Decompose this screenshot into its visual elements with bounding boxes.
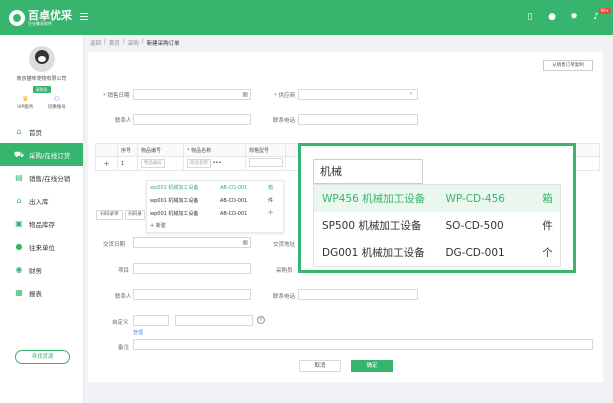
sidebar: 南京猫咪宠物有限公司 采购员 ♛ VIP服务 ⚇ 切换账号 ⌂ 首页 ⛟ 采购/在线…: [0, 35, 84, 403]
sidebar-item-finance[interactable]: ◉ 财务: [0, 258, 83, 281]
breadcrumb-home[interactable]: 首页: [109, 39, 120, 47]
list-item[interactable]: SP500 机械加工设备 SO-CD-500 件: [314, 212, 560, 239]
chat-icon[interactable]: ●: [547, 12, 557, 22]
remark-input[interactable]: [133, 339, 593, 350]
add-row-icon[interactable]: +: [95, 156, 118, 171]
notification-badge: 99+: [598, 8, 611, 14]
scan-entry-button-2[interactable]: 扫码录: [125, 210, 145, 220]
copy-from-sales-button[interactable]: 从销售订单复制: [543, 60, 593, 71]
breadcrumb-back[interactable]: 返回: [90, 39, 101, 47]
confirm-button[interactable]: 确定: [351, 360, 393, 372]
switch-account[interactable]: ⚇ 切换账号: [48, 95, 66, 110]
contact-input[interactable]: [133, 114, 251, 125]
sidebar-item-purchase[interactable]: ⛟ 采购/在线订货: [0, 143, 83, 166]
sidebar-nav: ⌂ 首页 ⛟ 采购/在线订货 ▤ 销售/在线分销 ⌂ 出入库 ▣ 物品库存 ● 往来单位 ◉…: [0, 120, 83, 304]
company-name: 南京猫咪宠物有限公司: [16, 76, 67, 82]
item-code-input[interactable]: 物品编号: [141, 159, 165, 168]
list-item[interactable]: DG001 机械加工设备 DG-CD-001 个: [314, 239, 560, 266]
zoom-result-list: WP456 机械加工设备 WP-CD-456 箱 SP500 机械加工设备 SO-CD…: [313, 184, 561, 267]
supplier-label: 供应商: [274, 91, 296, 99]
phone2-label: 联系电话: [273, 294, 296, 300]
breadcrumb: 返回 | 首页 / 采购 / 新建采购订单: [90, 39, 180, 47]
new-item-link[interactable]: + 新建: [147, 220, 283, 232]
supplier-select[interactable]: [298, 88, 418, 100]
custom-key-input[interactable]: [133, 315, 169, 326]
brand-name: 百卓优采: [28, 8, 72, 22]
delivery-date-input[interactable]: [133, 237, 251, 248]
item-autocomplete: wp001 机械加工设备 AB-CD-001 箱 wp001 机械加工设备 AB-CD…: [146, 180, 284, 233]
zoom-callout: 机械 WP456 机械加工设备 WP-CD-456 箱 SP500 机械加工设备 SO…: [298, 143, 576, 273]
cancel-button[interactable]: 取消: [299, 360, 341, 372]
delivery-address-label: 交货地址: [273, 242, 296, 248]
contact2-label: 联系人: [115, 294, 132, 300]
sidebar-item-contacts[interactable]: ● 往来单位: [0, 235, 83, 258]
sidebar-item-warehouse[interactable]: ⌂ 出入库: [0, 189, 83, 212]
list-item[interactable]: wp001 机械加工设备 AB-CD-001 个: [147, 207, 283, 220]
logo-icon: [9, 9, 25, 26]
find-source-button[interactable]: 寻找货源: [15, 350, 70, 364]
sale-date-label: 销售日期: [103, 91, 130, 99]
switch-account-label: 切换账号: [47, 105, 66, 110]
table-header-index: 序号: [117, 143, 138, 157]
role-badge: 采购员: [32, 86, 51, 93]
sidebar-item-inventory[interactable]: ▣ 物品库存: [0, 212, 83, 235]
menu-toggle-icon[interactable]: [80, 13, 88, 20]
sidebar-item-home[interactable]: ⌂ 首页: [0, 120, 83, 143]
contact2-input[interactable]: [133, 289, 251, 300]
report-icon: ▦: [15, 288, 23, 297]
mobile-icon[interactable]: ▯: [525, 12, 535, 22]
home-icon: ⌂: [16, 127, 22, 136]
inventory-icon: ▣: [15, 219, 23, 228]
spec-input[interactable]: [249, 158, 283, 167]
gear-icon[interactable]: ✹: [569, 12, 579, 22]
zoom-search-input[interactable]: 机械: [313, 159, 423, 184]
contact-phone-input[interactable]: [298, 114, 418, 125]
table-header-name: 物品名称: [183, 143, 246, 157]
remark-label: 备注: [118, 345, 130, 351]
switch-account-icon: ⚇: [53, 95, 60, 103]
brand-logo[interactable]: 百卓优采 企业集采软件: [9, 3, 79, 33]
contact-phone-label: 联系电话: [273, 118, 296, 124]
list-item[interactable]: WP456 机械加工设备 WP-CD-456 箱: [314, 185, 560, 212]
sidebar-item-report[interactable]: ▦ 报表: [0, 281, 83, 304]
breadcrumb-purchase[interactable]: 采购: [128, 39, 139, 47]
vip-label: VIP服务: [17, 105, 34, 110]
cart-icon: ⛟: [14, 149, 25, 159]
vip-service[interactable]: ♛ VIP服务: [17, 95, 33, 110]
project-input[interactable]: [133, 263, 251, 274]
project-label: 项目: [118, 268, 130, 274]
breadcrumb-current: 新建采购订单: [146, 41, 180, 47]
custom-value-input[interactable]: [175, 315, 253, 326]
table-header-blank: [95, 143, 118, 157]
more-icon[interactable]: •••: [213, 160, 222, 166]
sales-icon: ▤: [15, 173, 23, 182]
finance-icon: ◉: [15, 265, 23, 274]
sale-date-input[interactable]: [133, 89, 251, 100]
table-header-spec: 规格型号: [245, 143, 286, 157]
delivery-date-label: 交货日期: [103, 242, 126, 248]
list-item[interactable]: wp001 机械加工设备 AB-CD-001 件: [147, 194, 283, 207]
scan-entry-button[interactable]: 扫码录单: [96, 210, 123, 220]
vip-icon: ♛: [22, 95, 29, 103]
phone2-input[interactable]: [298, 289, 418, 300]
avatar[interactable]: [28, 46, 55, 72]
add-custom-icon[interactable]: +: [257, 316, 265, 324]
custom-label: 自定义: [112, 320, 129, 326]
warehouse-icon: ⌂: [16, 196, 22, 205]
footer-actions: 取消 确定: [299, 360, 393, 372]
brand-slogan: 企业集采软件: [28, 20, 52, 26]
contact-label: 联系人: [115, 118, 132, 124]
top-bar: 百卓优采 企业集采软件 ▯ ● ✹ ♪ 99+: [0, 0, 613, 35]
manage-link[interactable]: 管理: [133, 329, 143, 336]
contacts-icon: ●: [15, 242, 23, 251]
item-name-input[interactable]: 商品名称: [187, 159, 211, 168]
bell-icon[interactable]: ♪ 99+: [591, 8, 611, 22]
sidebar-item-sales[interactable]: ▤ 销售/在线分销: [0, 166, 83, 189]
buyer-label: 采购员: [276, 268, 293, 274]
row-index: 1: [117, 156, 138, 171]
list-item[interactable]: wp001 机械加工设备 AB-CD-001 箱: [147, 181, 283, 194]
table-header-code: 物品编号: [137, 143, 184, 157]
